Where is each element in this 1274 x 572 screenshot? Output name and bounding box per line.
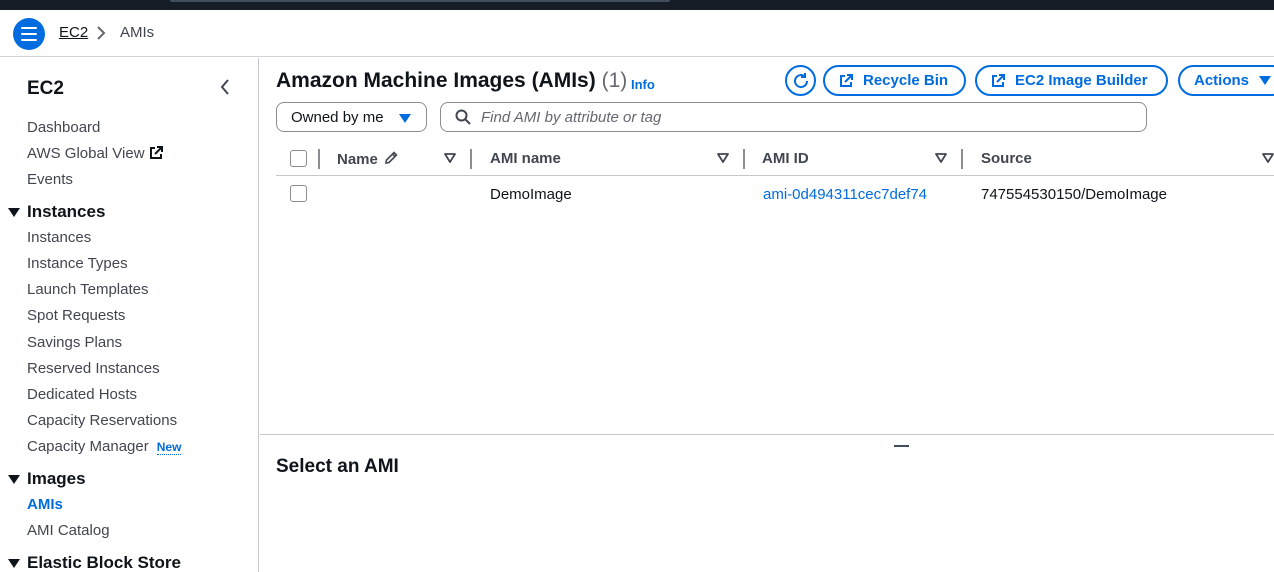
menu-button[interactable] xyxy=(13,18,45,50)
external-link-icon xyxy=(992,73,1005,87)
sidebar-section-instances[interactable]: Instances xyxy=(8,202,105,222)
new-badge: New xyxy=(156,440,182,455)
sidebar-section-images[interactable]: Images xyxy=(8,469,86,489)
sidebar-item-events[interactable]: Events xyxy=(27,171,73,188)
sidebar-item-instance-types[interactable]: Instance Types xyxy=(27,255,128,272)
owner-filter-value: Owned by me xyxy=(291,108,384,126)
search-icon xyxy=(455,109,471,125)
sidebar-item-aws-global-view[interactable]: AWS Global View xyxy=(27,145,163,162)
breadcrumb-bar: EC2 AMIs xyxy=(0,10,1274,57)
sort-caret-icon[interactable] xyxy=(935,153,947,163)
external-link-icon xyxy=(149,146,163,159)
section-label: Images xyxy=(27,469,86,488)
sidebar-item-dashboard[interactable]: Dashboard xyxy=(27,119,100,136)
caret-down-icon xyxy=(8,474,20,484)
sidebar-item-dedicated-hosts[interactable]: Dedicated Hosts xyxy=(27,386,137,403)
page-title-text: Amazon Machine Images (AMIs) xyxy=(276,69,596,92)
table-header: Name AMI name AMI ID Source xyxy=(276,142,1274,176)
refresh-icon xyxy=(793,72,808,88)
split-panel-divider xyxy=(260,434,1274,435)
sidebar-item-label: AWS Global View xyxy=(27,145,145,162)
actions-dropdown-button[interactable]: Actions xyxy=(1178,65,1274,96)
column-header-ami-name[interactable]: AMI name xyxy=(490,150,561,167)
column-divider[interactable] xyxy=(961,149,963,169)
column-header-ami-id[interactable]: AMI ID xyxy=(762,150,809,167)
sidebar-title: EC2 xyxy=(27,78,64,99)
sidebar-section-elastic-block-store[interactable]: Elastic Block Store xyxy=(8,553,181,572)
info-link[interactable]: Info xyxy=(631,77,655,92)
row-checkbox[interactable] xyxy=(290,185,307,202)
caret-down-icon xyxy=(1259,76,1272,85)
sidebar-item-capacity-reservations[interactable]: Capacity Reservations xyxy=(27,412,177,429)
column-header-source[interactable]: Source xyxy=(981,150,1032,167)
recycle-bin-button[interactable]: Recycle Bin xyxy=(823,65,966,96)
sidebar-item-amis[interactable]: AMIs xyxy=(27,496,63,513)
sidebar-item-instances[interactable]: Instances xyxy=(27,229,91,246)
sidebar-item-savings-plans[interactable]: Savings Plans xyxy=(27,334,122,351)
ami-search-box xyxy=(440,102,1147,132)
ami-count: (1) xyxy=(601,69,628,92)
page-title: Amazon Machine Images (AMIs) (1) xyxy=(276,69,627,93)
recycle-bin-label: Recycle Bin xyxy=(863,72,949,89)
breadcrumb-ec2-link[interactable]: EC2 xyxy=(59,24,88,41)
section-label: Elastic Block Store xyxy=(27,553,182,572)
sidebar-item-spot-requests[interactable]: Spot Requests xyxy=(27,307,125,324)
cell-ami-name: DemoImage xyxy=(490,186,572,203)
cell-ami-id-link[interactable]: ami-0d494311cec7def74 xyxy=(763,186,927,203)
details-panel-title: Select an AMI xyxy=(276,456,399,477)
sort-caret-icon[interactable] xyxy=(444,153,456,163)
chevron-right-icon xyxy=(97,26,106,40)
sidebar-item-ami-catalog[interactable]: AMI Catalog xyxy=(27,522,110,539)
external-link-icon xyxy=(840,73,853,87)
sidebar: EC2 Dashboard AWS Global View Events Ins… xyxy=(0,58,259,572)
sidebar-item-capacity-manager[interactable]: Capacity Manager New xyxy=(27,438,182,455)
main-content: Amazon Machine Images (AMIs) (1) Info Re… xyxy=(260,58,1274,572)
search-input[interactable] xyxy=(481,108,1121,126)
split-panel-resize-handle[interactable] xyxy=(894,445,909,447)
caret-down-icon xyxy=(8,207,20,217)
breadcrumb-current: AMIs xyxy=(120,24,155,41)
ec2-image-builder-button[interactable]: EC2 Image Builder xyxy=(975,65,1168,96)
column-header-name[interactable]: Name xyxy=(337,150,399,168)
sidebar-item-label: Capacity Manager xyxy=(27,438,149,455)
pencil-icon xyxy=(384,151,398,164)
owner-filter-select[interactable]: Owned by me xyxy=(276,102,427,132)
hamburger-icon xyxy=(21,27,37,41)
column-divider[interactable] xyxy=(470,149,472,169)
collapse-sidebar-icon[interactable] xyxy=(218,78,232,96)
cell-source: 747554530150/DemoImage xyxy=(981,186,1167,203)
column-divider[interactable] xyxy=(743,149,745,169)
select-all-checkbox[interactable] xyxy=(290,150,307,167)
table-row[interactable]: DemoImage ami-0d494311cec7def74 74755453… xyxy=(276,177,1274,213)
sidebar-item-reserved-instances[interactable]: Reserved Instances xyxy=(27,360,160,377)
column-label: Name xyxy=(337,151,378,168)
refresh-button[interactable] xyxy=(785,65,816,96)
sidebar-item-launch-templates[interactable]: Launch Templates xyxy=(27,281,148,298)
caret-down-icon xyxy=(399,114,411,123)
sort-caret-icon[interactable] xyxy=(717,153,729,163)
sort-caret-icon[interactable] xyxy=(1262,153,1274,163)
column-divider[interactable] xyxy=(318,149,320,169)
top-navigation-bar xyxy=(0,0,1274,10)
caret-down-icon xyxy=(8,558,20,568)
section-label: Instances xyxy=(27,202,106,221)
actions-label: Actions xyxy=(1194,72,1250,89)
image-builder-label: EC2 Image Builder xyxy=(1015,72,1148,89)
